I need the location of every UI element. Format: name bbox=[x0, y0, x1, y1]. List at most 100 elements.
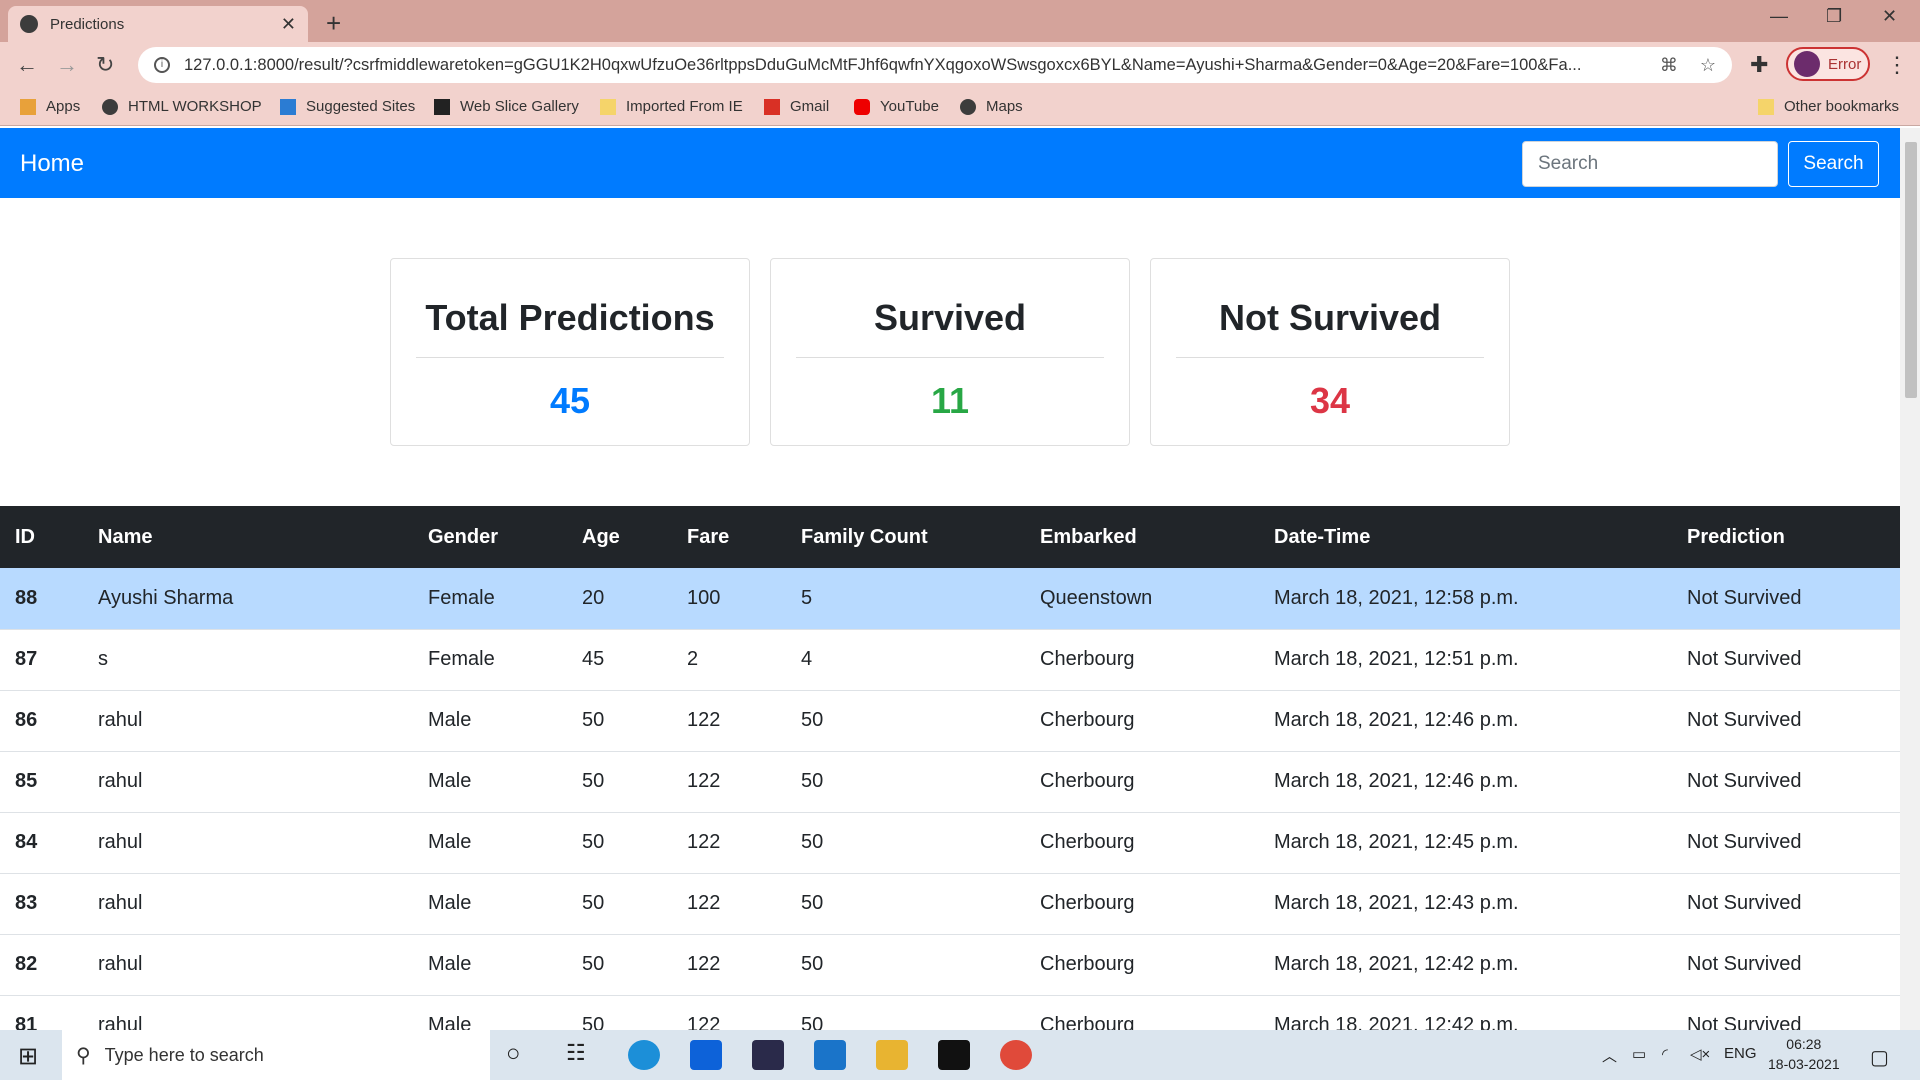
cell-name: rahul bbox=[83, 751, 413, 813]
table-row[interactable]: 86 rahul Male 50 122 50 Cherbourg March … bbox=[0, 690, 1900, 752]
col-family-count[interactable]: Family Count bbox=[786, 506, 1025, 568]
cell-date-time: March 18, 2021, 12:58 p.m. bbox=[1259, 568, 1672, 630]
speaker-muted-icon[interactable]: ◁× bbox=[1690, 1045, 1710, 1063]
col-fare[interactable]: Fare bbox=[672, 506, 786, 568]
cell-family-count: 50 bbox=[786, 751, 1025, 813]
total-predictions-card: Total Predictions 45 bbox=[390, 258, 750, 446]
table-row[interactable]: 83 rahul Male 50 122 50 Cherbourg March … bbox=[0, 873, 1900, 935]
clock-time: 06:28 bbox=[1786, 1036, 1822, 1052]
cell-gender: Male bbox=[413, 934, 567, 996]
cell-age: 20 bbox=[567, 568, 672, 630]
col-name[interactable]: Name bbox=[83, 506, 413, 568]
page-scrollbar[interactable] bbox=[1900, 128, 1920, 1030]
cell-age: 50 bbox=[567, 690, 672, 752]
cell-prediction: Not Survived bbox=[1672, 934, 1900, 996]
cell-date-time: March 18, 2021, 12:46 p.m. bbox=[1259, 751, 1672, 813]
translate-icon[interactable]: ⌘ bbox=[1660, 55, 1678, 76]
info-icon[interactable]: i bbox=[154, 57, 170, 73]
cell-embarked: Cherbourg bbox=[1025, 751, 1259, 813]
cell-age: 50 bbox=[567, 873, 672, 935]
reload-icon[interactable]: ↻ bbox=[96, 52, 114, 78]
windows-start-icon[interactable]: ⊞ bbox=[18, 1042, 38, 1071]
cell-id: 84 bbox=[0, 812, 83, 874]
minimize-icon[interactable]: — bbox=[1770, 6, 1788, 27]
bookmark-youtube[interactable]: YouTube bbox=[854, 98, 939, 115]
cell-name: rahul bbox=[83, 934, 413, 996]
bookmark-gmail[interactable]: Gmail bbox=[764, 98, 829, 115]
dropbox-icon[interactable] bbox=[690, 1040, 722, 1070]
clock[interactable]: 06:28 18-03-2021 bbox=[1768, 1034, 1840, 1074]
close-tab-icon[interactable]: ✕ bbox=[281, 14, 296, 35]
bookmark-apps[interactable]: Apps bbox=[20, 98, 80, 115]
cell-date-time: March 18, 2021, 12:43 p.m. bbox=[1259, 873, 1672, 935]
file-explorer-icon[interactable] bbox=[876, 1040, 908, 1070]
cell-gender: Male bbox=[413, 690, 567, 752]
cell-family-count: 50 bbox=[786, 812, 1025, 874]
bookmark-imported-from-ie[interactable]: Imported From IE bbox=[600, 98, 743, 115]
new-tab-icon[interactable]: + bbox=[326, 8, 341, 39]
taskbar-search[interactable]: ⚲ Type here to search bbox=[62, 1030, 490, 1080]
extensions-icon[interactable]: ✚ bbox=[1750, 52, 1768, 78]
scrollbar-thumb[interactable] bbox=[1905, 142, 1917, 398]
table-row[interactable]: 87 s Female 45 2 4 Cherbourg March 18, 2… bbox=[0, 629, 1900, 691]
bookmark-suggested-sites[interactable]: Suggested Sites bbox=[280, 98, 415, 115]
notifications-icon[interactable]: ▢ bbox=[1870, 1045, 1889, 1070]
globe-icon bbox=[960, 98, 976, 115]
table-row[interactable]: 84 rahul Male 50 122 50 Cherbourg March … bbox=[0, 812, 1900, 874]
language-indicator[interactable]: ENG bbox=[1724, 1045, 1757, 1062]
mail-icon[interactable] bbox=[814, 1040, 846, 1070]
total-predictions-value: 45 bbox=[549, 380, 591, 421]
cell-date-time: March 18, 2021, 12:45 p.m. bbox=[1259, 812, 1672, 874]
address-bar: ← → ↻ i 127.0.0.1:8000/result/?csrfmiddl… bbox=[0, 42, 1920, 88]
col-gender[interactable]: Gender bbox=[413, 506, 567, 568]
col-prediction[interactable]: Prediction bbox=[1672, 506, 1900, 568]
survived-value: 11 bbox=[930, 380, 970, 421]
terminal-icon[interactable] bbox=[938, 1040, 970, 1070]
battery-icon[interactable]: ▭ bbox=[1632, 1045, 1646, 1063]
cortana-icon[interactable]: ○ bbox=[506, 1040, 521, 1068]
cell-fare: 122 bbox=[672, 812, 786, 874]
folder-icon bbox=[600, 98, 616, 115]
forward-icon[interactable]: → bbox=[56, 52, 78, 78]
visual-studio-icon[interactable] bbox=[752, 1040, 784, 1070]
close-window-icon[interactable]: ✕ bbox=[1882, 6, 1897, 27]
col-date-time[interactable]: Date-Time bbox=[1259, 506, 1672, 568]
cell-prediction: Not Survived bbox=[1672, 873, 1900, 935]
star-icon[interactable]: ☆ bbox=[1700, 55, 1716, 76]
search-input[interactable] bbox=[1522, 141, 1778, 187]
youtube-icon bbox=[854, 98, 870, 115]
col-embarked[interactable]: Embarked bbox=[1025, 506, 1259, 568]
table-row[interactable]: 88 Ayushi Sharma Female 20 100 5 Queenst… bbox=[0, 568, 1900, 630]
app-navbar: Home Search bbox=[0, 128, 1900, 198]
table-row[interactable]: 85 rahul Male 50 122 50 Cherbourg March … bbox=[0, 751, 1900, 813]
cell-id: 87 bbox=[0, 629, 83, 691]
not-survived-card: Not Survived 34 bbox=[1150, 258, 1510, 446]
col-id[interactable]: ID bbox=[0, 506, 83, 568]
survived-card: Survived 11 bbox=[770, 258, 1130, 446]
col-age[interactable]: Age bbox=[567, 506, 672, 568]
wifi-icon[interactable]: ◜ bbox=[1662, 1045, 1668, 1063]
url-field[interactable]: i 127.0.0.1:8000/result/?csrfmiddlewaret… bbox=[138, 47, 1732, 83]
menu-icon[interactable]: ⋮ bbox=[1886, 52, 1908, 78]
cell-fare: 122 bbox=[672, 690, 786, 752]
other-bookmarks[interactable]: Other bookmarks bbox=[1758, 98, 1899, 115]
edge-icon[interactable] bbox=[628, 1040, 660, 1070]
cell-id: 88 bbox=[0, 568, 83, 630]
search-button[interactable]: Search bbox=[1788, 141, 1879, 187]
cell-age: 50 bbox=[567, 934, 672, 996]
restore-icon[interactable]: ❐ bbox=[1826, 6, 1842, 27]
browser-tab[interactable]: Predictions ✕ bbox=[8, 6, 308, 42]
table-row[interactable]: 82 rahul Male 50 122 50 Cherbourg March … bbox=[0, 934, 1900, 996]
folder-icon bbox=[1758, 98, 1774, 115]
cell-gender: Male bbox=[413, 812, 567, 874]
chrome-icon[interactable] bbox=[1000, 1040, 1032, 1070]
bookmark-html-workshop[interactable]: HTML WORKSHOP bbox=[102, 98, 262, 115]
back-icon[interactable]: ← bbox=[16, 52, 38, 78]
bookmark-maps[interactable]: Maps bbox=[960, 98, 1023, 115]
task-view-icon[interactable]: ☷ bbox=[566, 1040, 586, 1066]
bookmark-web-slice-gallery[interactable]: Web Slice Gallery bbox=[434, 98, 579, 115]
profile-button[interactable]: Error bbox=[1786, 47, 1870, 81]
chevron-up-icon[interactable]: ︿ bbox=[1602, 1045, 1617, 1066]
home-link[interactable]: Home bbox=[20, 150, 84, 178]
cell-fare: 122 bbox=[672, 934, 786, 996]
